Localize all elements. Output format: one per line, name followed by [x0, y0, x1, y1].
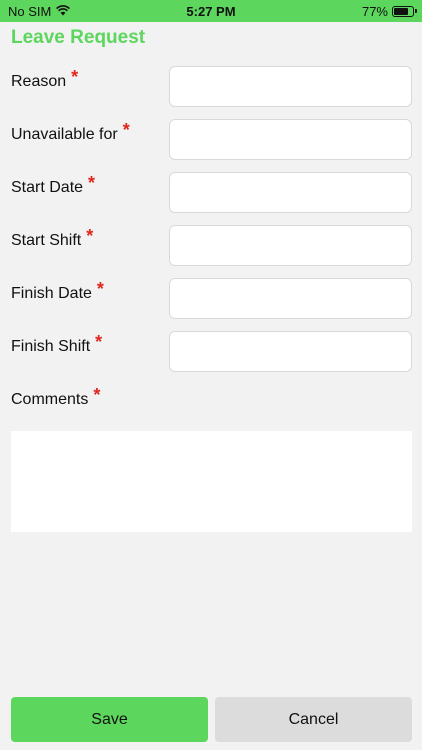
required-marker: * [88, 173, 96, 193]
comments-field[interactable] [11, 431, 412, 532]
unavailable-for-field[interactable] [169, 119, 412, 160]
required-marker: * [122, 120, 130, 140]
finish-shift-label-text: Finish Shift [11, 338, 91, 355]
save-button[interactable]: Save [11, 697, 208, 742]
carrier-label: No SIM [8, 3, 52, 19]
start-date-label: Start Date * [11, 173, 96, 197]
unavailable-for-label: Unavailable for * [11, 120, 130, 144]
comments-label: Comments * [11, 385, 101, 409]
reason-field[interactable] [169, 66, 412, 107]
required-marker: * [95, 332, 103, 352]
battery-icon [392, 5, 417, 17]
start-shift-field[interactable] [169, 225, 412, 266]
finish-date-label-text: Finish Date [11, 285, 92, 302]
finish-shift-label: Finish Shift * [11, 332, 103, 356]
start-date-field[interactable] [169, 172, 412, 213]
reason-label: Reason * [11, 67, 79, 91]
required-marker: * [86, 226, 94, 246]
required-marker: * [71, 67, 79, 87]
finish-date-label: Finish Date * [11, 279, 104, 303]
start-shift-label-text: Start Shift [11, 232, 82, 249]
cancel-button[interactable]: Cancel [215, 697, 412, 742]
unavailable-for-label-text: Unavailable for [11, 126, 118, 143]
battery-fill [394, 7, 408, 15]
wifi-icon [56, 4, 71, 19]
reason-label-text: Reason [11, 73, 67, 90]
required-marker: * [96, 279, 104, 299]
finish-date-field[interactable] [169, 278, 412, 319]
status-bar: No SIM 5:27 PM 77% [0, 0, 422, 22]
start-date-label-text: Start Date [11, 179, 84, 196]
page-title: Leave Request [11, 27, 146, 48]
comments-label-text: Comments [11, 391, 89, 408]
required-marker: * [93, 385, 101, 405]
finish-shift-field[interactable] [169, 331, 412, 372]
battery-percent: 77% [361, 3, 388, 19]
start-shift-label: Start Shift * [11, 226, 94, 250]
